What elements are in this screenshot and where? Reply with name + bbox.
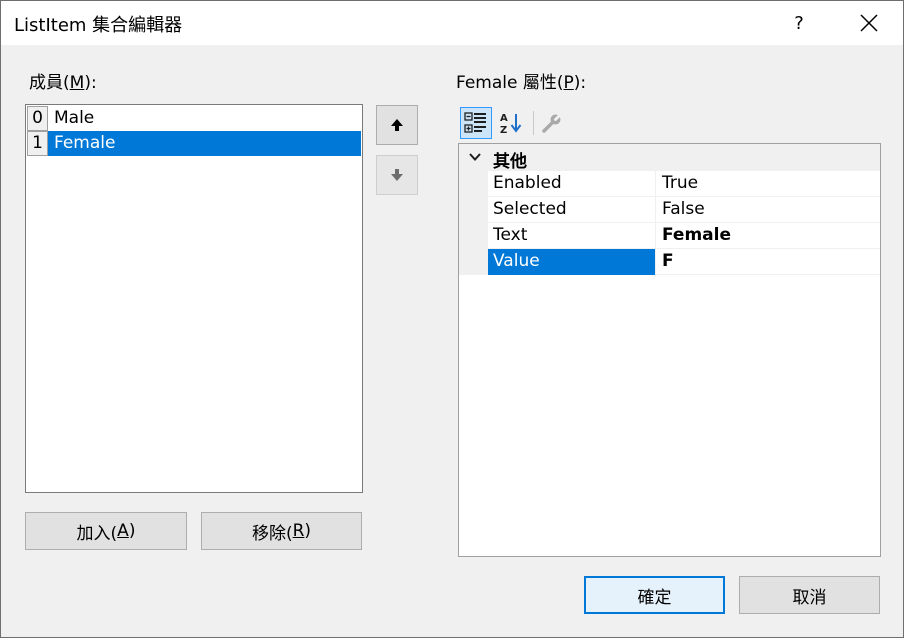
remove-button-label: 移除( bbox=[251, 523, 293, 544]
categorized-view-icon bbox=[464, 112, 486, 133]
property-value[interactable]: False bbox=[657, 197, 880, 223]
arrow-up-icon bbox=[391, 119, 403, 131]
members-list[interactable]: 0 Male 1 Female bbox=[25, 104, 363, 493]
alphabetical-sort-icon: A Z bbox=[500, 113, 522, 135]
property-name: Text bbox=[488, 223, 656, 249]
move-up-button[interactable] bbox=[376, 105, 418, 145]
property-row[interactable]: Enabled True bbox=[488, 171, 880, 197]
remove-button-suffix: ) bbox=[304, 521, 312, 541]
property-grid-toolbar: A Z bbox=[458, 105, 578, 141]
property-name: Selected bbox=[488, 197, 656, 223]
arrow-down-icon bbox=[391, 169, 403, 181]
toolbar-separator bbox=[533, 111, 534, 135]
members-label: 成員(M): bbox=[29, 68, 97, 93]
title-bar: ListItem 集合編輯器 ? bbox=[1, 1, 903, 45]
property-name: Value bbox=[488, 249, 656, 275]
add-button-key: A bbox=[117, 521, 129, 541]
wrench-icon bbox=[542, 113, 562, 133]
window-title: ListItem 集合編輯器 bbox=[14, 15, 183, 36]
property-name: Enabled bbox=[488, 171, 656, 197]
properties-label-suffix: ): bbox=[573, 73, 587, 93]
list-item-text: Male bbox=[54, 108, 95, 128]
properties-label-key: P bbox=[563, 73, 574, 93]
list-item-text: Female bbox=[48, 131, 361, 156]
property-value[interactable]: True bbox=[657, 171, 880, 197]
property-value[interactable]: Female bbox=[657, 223, 880, 249]
move-down-button[interactable] bbox=[376, 155, 418, 195]
cancel-button[interactable]: 取消 bbox=[739, 576, 880, 614]
alphabetical-button[interactable]: A Z bbox=[495, 107, 527, 139]
ok-button[interactable]: 確定 bbox=[584, 576, 725, 614]
close-icon bbox=[860, 14, 878, 32]
members-label-suffix: ): bbox=[84, 73, 97, 93]
close-button[interactable] bbox=[846, 1, 892, 45]
property-row[interactable]: Text Female bbox=[488, 223, 880, 249]
remove-button[interactable]: 移除(R) bbox=[201, 512, 362, 550]
members-label-key: M bbox=[69, 73, 85, 93]
members-label-prefix: 成員( bbox=[29, 73, 70, 93]
list-item-index: 1 bbox=[27, 131, 48, 156]
property-row[interactable]: Selected False bbox=[488, 197, 880, 223]
categorized-button[interactable] bbox=[460, 107, 492, 139]
svg-text:A: A bbox=[500, 113, 508, 124]
remove-button-key: R bbox=[292, 521, 305, 541]
grid-margin bbox=[459, 171, 488, 275]
category-label: 其他 bbox=[493, 152, 527, 172]
list-item[interactable]: 0 Male bbox=[27, 106, 361, 131]
add-button-suffix: ) bbox=[128, 521, 136, 541]
add-button[interactable]: 加入(A) bbox=[25, 512, 187, 550]
property-grid[interactable]: 其他 Enabled True Selected False Text Fema… bbox=[458, 143, 881, 557]
list-item-index: 0 bbox=[27, 106, 48, 131]
help-button[interactable]: ? bbox=[776, 1, 822, 45]
chevron-down-icon[interactable] bbox=[468, 150, 482, 164]
property-value[interactable]: F bbox=[657, 249, 880, 275]
add-button-label: 加入( bbox=[76, 523, 118, 544]
properties-label-prefix: Female 屬性( bbox=[456, 73, 564, 93]
collection-editor-dialog: ListItem 集合編輯器 ? 成員(M): 0 Male 1 Female bbox=[0, 0, 904, 638]
property-pages-button[interactable] bbox=[536, 107, 568, 139]
svg-text:Z: Z bbox=[500, 125, 507, 135]
properties-label: Female 屬性(P): bbox=[456, 68, 586, 93]
property-row-selected[interactable]: Value F bbox=[488, 249, 880, 275]
list-item-selected[interactable]: 1 Female bbox=[27, 131, 361, 156]
category-header[interactable]: 其他 bbox=[459, 144, 880, 172]
